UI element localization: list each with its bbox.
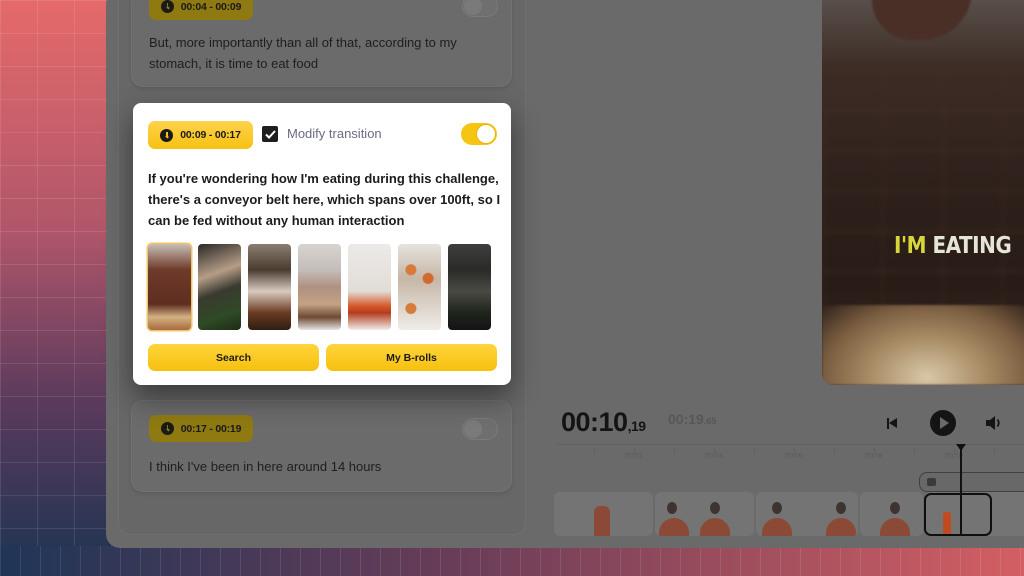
time-range-chip: 00:09 - 00:17 xyxy=(148,121,253,149)
ruler-tick-label: 00:04 xyxy=(705,453,723,460)
pasta-image xyxy=(822,305,1024,385)
ruler-tick xyxy=(914,448,915,454)
broll-thumbnail[interactable] xyxy=(448,244,491,330)
time-range: 00:17 - 00:19 xyxy=(180,422,242,435)
clock-icon xyxy=(160,0,174,13)
ruler-tick-label: 00:08 xyxy=(865,453,883,460)
transition-toggle[interactable] xyxy=(462,418,498,440)
total-time-main: 00:19 xyxy=(668,411,704,427)
clock-icon xyxy=(160,128,174,142)
filmstrip-frame xyxy=(554,492,653,536)
filmstrip-frame xyxy=(860,492,924,536)
ruler-tick xyxy=(834,448,835,454)
ruler-tick xyxy=(594,448,595,454)
caption-word: EATING xyxy=(932,231,1012,259)
my-brolls-button[interactable]: My B-rolls xyxy=(326,344,497,371)
transcript-segment[interactable]: 00:17 - 00:19 I think I've been in here … xyxy=(131,400,512,492)
time-range: 00:04 - 00:09 xyxy=(180,0,242,13)
transition-toggle[interactable] xyxy=(462,0,498,17)
total-time-fraction: .65 xyxy=(703,416,717,426)
broll-thumbnail[interactable] xyxy=(348,244,391,330)
transition-toggle[interactable] xyxy=(461,123,497,145)
hand-image xyxy=(872,0,972,40)
segment-text: I think I've been in here around 14 hour… xyxy=(149,459,382,474)
filmstrip-frame xyxy=(755,492,859,536)
broll-thumbnail[interactable] xyxy=(198,244,241,330)
ruler-tick xyxy=(674,448,675,454)
playhead[interactable] xyxy=(960,449,962,536)
total-time: 00:19.65 xyxy=(668,411,716,427)
caption-track-clip[interactable] xyxy=(919,472,1024,492)
caption-highlight-word: I'M xyxy=(894,231,926,259)
modify-transition-label: Modify transition xyxy=(287,126,382,141)
segment-text: If you're wondering how I'm eating durin… xyxy=(148,171,501,228)
ruler-tick xyxy=(754,448,755,454)
caption-icon xyxy=(927,478,936,486)
modify-transition-checkbox[interactable] xyxy=(262,126,278,142)
broll-thumbnails xyxy=(148,244,491,330)
brick-wall-background xyxy=(822,70,1024,325)
ruler-tick xyxy=(994,448,995,454)
volume-icon xyxy=(986,416,1000,430)
selected-clip-frame[interactable] xyxy=(924,493,992,536)
video-caption: I'M EATING xyxy=(894,231,1012,259)
transcript-segment[interactable]: 00:04 - 00:09 But, more importantly than… xyxy=(131,0,512,87)
play-button[interactable] xyxy=(930,410,956,436)
ruler-tick-label: 00:02 xyxy=(625,453,643,460)
current-time-main: 00:10 xyxy=(561,407,628,437)
volume-button[interactable] xyxy=(984,414,1004,432)
broll-thumbnail[interactable] xyxy=(148,244,191,330)
background-bottom-strip xyxy=(0,546,1024,576)
broll-thumbnail[interactable] xyxy=(248,244,291,330)
ruler-tick-label: 00:06 xyxy=(785,453,803,460)
search-broll-button[interactable]: Search xyxy=(148,344,319,371)
segment-text: But, more importantly than all of that, … xyxy=(149,35,457,71)
time-range: 00:09 - 00:17 xyxy=(180,129,241,141)
time-range-chip: 00:17 - 00:19 xyxy=(149,415,253,442)
video-preview[interactable]: I'M EATING xyxy=(822,0,1024,385)
active-transcript-segment[interactable]: 00:09 - 00:17 Modify transition If you'r… xyxy=(133,103,511,385)
broll-thumbnail[interactable] xyxy=(398,244,441,330)
time-range-chip: 00:04 - 00:09 xyxy=(149,0,253,20)
broll-thumbnail[interactable] xyxy=(298,244,341,330)
skip-to-start-button[interactable] xyxy=(884,416,900,430)
timeline-ruler[interactable]: 00:02 00:04 00:06 00:08 00:10 xyxy=(556,444,1024,470)
filmstrip-frame xyxy=(654,492,754,536)
checkmark-icon xyxy=(264,129,276,139)
clock-icon xyxy=(160,422,174,435)
current-time-fraction: ,19 xyxy=(627,418,646,434)
current-time: 00:10,19 xyxy=(561,407,646,438)
